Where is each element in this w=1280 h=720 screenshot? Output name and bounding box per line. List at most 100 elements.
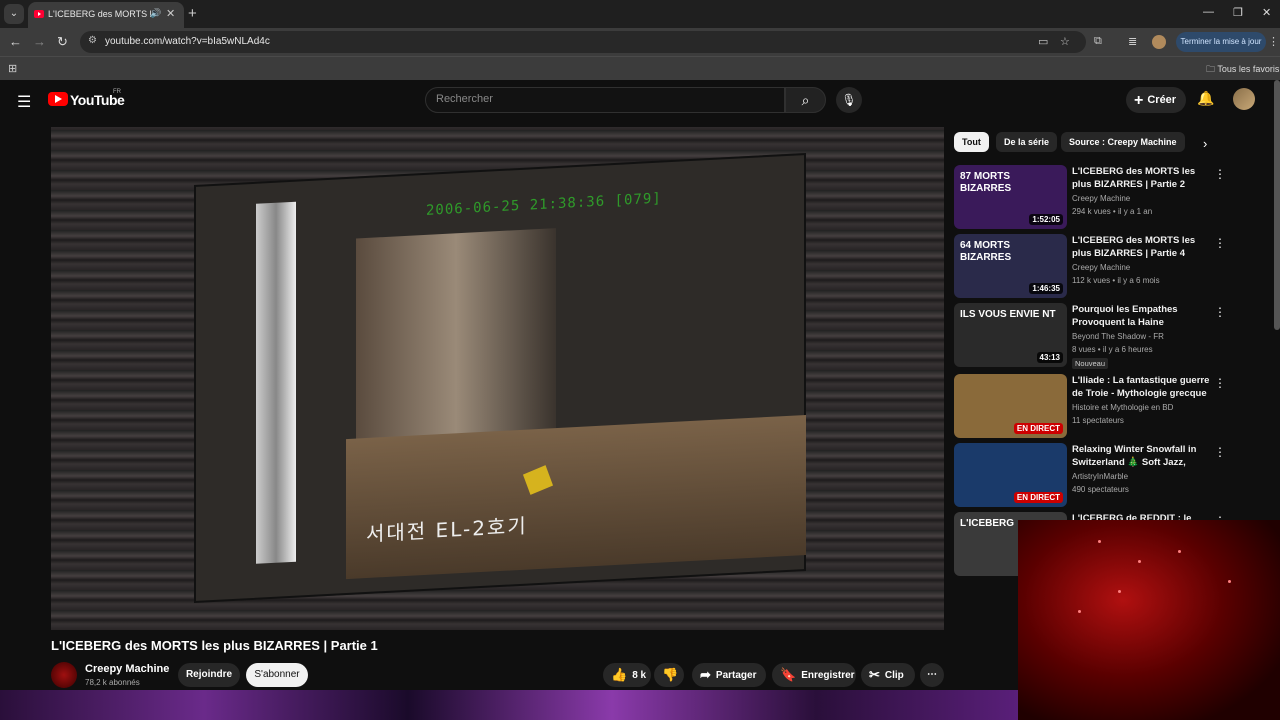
bookmarks-bar: ⊞ 🗀 Tous les favoris — [0, 56, 1280, 80]
search-button[interactable]: ⌕ — [785, 87, 826, 113]
reload-icon[interactable]: ↻ — [57, 34, 68, 50]
extensions-icon[interactable]: ⧉ — [1094, 35, 1102, 48]
thumbnail[interactable]: 87 MORTS BIZARRES 1:52:05 — [954, 165, 1067, 229]
search-icon: ⌕ — [801, 92, 810, 108]
microphone-icon: 🎙 — [841, 93, 857, 107]
bookmark-star-icon[interactable]: ☆ — [1060, 35, 1070, 48]
browser-tab[interactable]: L'ICEBERG des MORTS les pl 🔊 ✕ — [28, 2, 184, 28]
recommendation-item[interactable]: 87 MORTS BIZARRES 1:52:05 L'ICEBERG des MO… — [954, 165, 1226, 229]
menu-icon[interactable]: ☰ — [17, 92, 31, 112]
channel-name[interactable]: Creepy Machine — [1072, 194, 1130, 203]
url-text[interactable]: youtube.com/watch?v=bIa5wNLAd4c — [105, 36, 270, 47]
video-meta: 11 spectateurs — [1072, 416, 1124, 425]
user-avatar[interactable] — [1233, 88, 1255, 110]
video-title[interactable]: L'Iliade : La fantastique guerre de Troi… — [1072, 374, 1210, 400]
thumbs-up-icon: 👍 — [611, 667, 628, 682]
scene-pole — [256, 201, 296, 564]
more-actions-button[interactable]: ⋯ — [920, 663, 944, 687]
recommendation-item[interactable]: EN DIRECT Relaxing Winter Snowfall in Swi… — [954, 443, 1226, 507]
new-tab-icon[interactable]: + — [188, 5, 197, 22]
youtube-favicon-icon — [34, 10, 44, 18]
scene-floor — [346, 414, 806, 580]
window-close-icon[interactable]: ✕ — [1262, 6, 1271, 19]
video-title[interactable]: Pourquoi les Empathes Provoquent la Hain… — [1072, 303, 1210, 329]
fairy-light — [1178, 550, 1181, 553]
notifications-bell-icon[interactable]: 🔔 — [1197, 90, 1214, 107]
country-code: FR — [113, 89, 121, 95]
tab-title: L'ICEBERG des MORTS les pl — [48, 9, 152, 19]
dislike-button[interactable]: 👎 — [654, 663, 684, 687]
address-bar[interactable]: ⚙ youtube.com/watch?v=bIa5wNLAd4c ▭ ☆ — [80, 31, 1086, 53]
tab-search-chevron-icon[interactable]: ⌄ — [4, 4, 24, 24]
join-button[interactable]: Rejoindre — [178, 663, 240, 687]
audio-playing-icon[interactable]: 🔊 — [150, 8, 161, 19]
clip-button[interactable]: ✂ Clip — [861, 663, 915, 687]
back-icon[interactable]: ← — [9, 34, 22, 49]
more-options-icon[interactable]: ⋮ — [1214, 445, 1226, 459]
recommendation-item[interactable]: 64 MORTS BIZARRES 1:46:35 L'ICEBERG des MO… — [954, 234, 1226, 298]
video-title[interactable]: Relaxing Winter Snowfall in Switzerland … — [1072, 443, 1210, 469]
channel-name[interactable]: Beyond The Shadow - FR — [1072, 332, 1164, 341]
share-icon: ➦ — [700, 667, 711, 682]
video-meta: 8 vues • il y a 6 heures — [1072, 345, 1153, 354]
all-bookmarks-link[interactable]: 🗀 Tous les favoris — [1206, 62, 1279, 78]
profile-avatar[interactable] — [1152, 35, 1166, 49]
live-badge: EN DIRECT — [1013, 423, 1063, 434]
voice-search-button[interactable]: 🎙 — [836, 87, 862, 113]
create-button[interactable]: + Créer — [1126, 87, 1186, 113]
osd-timestamp: 2006-06-25 21:38:36 [079] — [426, 190, 662, 219]
fairy-light — [1228, 580, 1231, 583]
search-input[interactable] — [436, 93, 766, 105]
subscribe-button[interactable]: S'abonner — [246, 663, 308, 687]
more-options-icon[interactable]: ⋮ — [1214, 236, 1226, 250]
video-player[interactable]: 2006-06-25 21:38:36 [079] 서대전 EL-2호기 — [51, 127, 944, 630]
thumbnail[interactable]: EN DIRECT — [954, 443, 1067, 507]
video-meta: 112 k vues • il y a 6 mois — [1072, 276, 1160, 285]
channel-avatar[interactable] — [51, 662, 77, 688]
update-button[interactable]: Terminer la mise à jour — [1176, 32, 1266, 52]
youtube-logo-icon[interactable] — [48, 92, 68, 106]
like-count: 8 k — [632, 670, 647, 681]
channel-name[interactable]: Histoire et Mythologie en BD — [1072, 403, 1173, 412]
duration-badge: 43:13 — [1036, 352, 1063, 363]
fairy-light — [1078, 610, 1081, 613]
save-button[interactable]: 🔖 Enregistrer — [772, 663, 856, 687]
chip-series[interactable]: De la série — [996, 132, 1058, 152]
site-info-icon[interactable]: ⚙ — [88, 35, 97, 46]
forward-icon[interactable]: → — [33, 34, 46, 49]
more-icon: ⋯ — [927, 669, 937, 680]
scissors-icon: ✂ — [869, 667, 880, 682]
video-title[interactable]: L'ICEBERG des MORTS les plus BIZARRES | … — [1072, 165, 1210, 191]
maximize-icon[interactable]: ❐ — [1233, 6, 1243, 19]
chevron-right-icon[interactable]: › — [1203, 136, 1207, 151]
video-title[interactable]: L'ICEBERG des MORTS les plus BIZARRES | … — [1072, 234, 1210, 260]
channel-name[interactable]: Creepy Machine — [85, 663, 169, 675]
page-scrollbar[interactable] — [1274, 80, 1280, 330]
thumbnail[interactable]: 64 MORTS BIZARRES 1:46:35 — [954, 234, 1067, 298]
minimize-icon[interactable]: — — [1203, 6, 1214, 18]
overlay-strip — [0, 690, 1020, 720]
cast-icon[interactable]: ▭ — [1038, 35, 1048, 48]
more-options-icon[interactable]: ⋮ — [1214, 305, 1226, 319]
browser-menu-icon[interactable]: ⋮ — [1268, 35, 1279, 48]
chip-all[interactable]: Tout — [954, 132, 989, 152]
video-frame: 2006-06-25 21:38:36 [079] 서대전 EL-2호기 — [194, 152, 806, 604]
recommendation-item[interactable]: EN DIRECT L'Iliade : La fantastique guerr… — [954, 374, 1226, 438]
live-badge: EN DIRECT — [1013, 492, 1063, 503]
search-box — [425, 87, 785, 113]
thumbnail[interactable]: ILS VOUS ENVIE NT 43:13 — [954, 303, 1067, 367]
more-options-icon[interactable]: ⋮ — [1214, 167, 1226, 181]
thumbs-down-icon: 👎 — [662, 667, 679, 682]
thumbnail[interactable]: EN DIRECT — [954, 374, 1067, 438]
video-meta: 294 k vues • il y a 1 an — [1072, 207, 1153, 216]
chip-source[interactable]: Source : Creepy Machine — [1061, 132, 1185, 152]
more-options-icon[interactable]: ⋮ — [1214, 376, 1226, 390]
tab-close-icon[interactable]: ✕ — [166, 7, 175, 20]
channel-name[interactable]: ArtistryInMarble — [1072, 472, 1128, 481]
share-button[interactable]: ➦ Partager — [692, 663, 766, 687]
media-controls-icon[interactable]: ≣ — [1128, 35, 1137, 48]
apps-grid-icon[interactable]: ⊞ — [8, 62, 17, 75]
like-button[interactable]: 👍 8 k — [603, 663, 651, 687]
recommendation-item[interactable]: ILS VOUS ENVIE NT 43:13 Pourquoi les Empat… — [954, 303, 1226, 369]
channel-name[interactable]: Creepy Machine — [1072, 263, 1130, 272]
